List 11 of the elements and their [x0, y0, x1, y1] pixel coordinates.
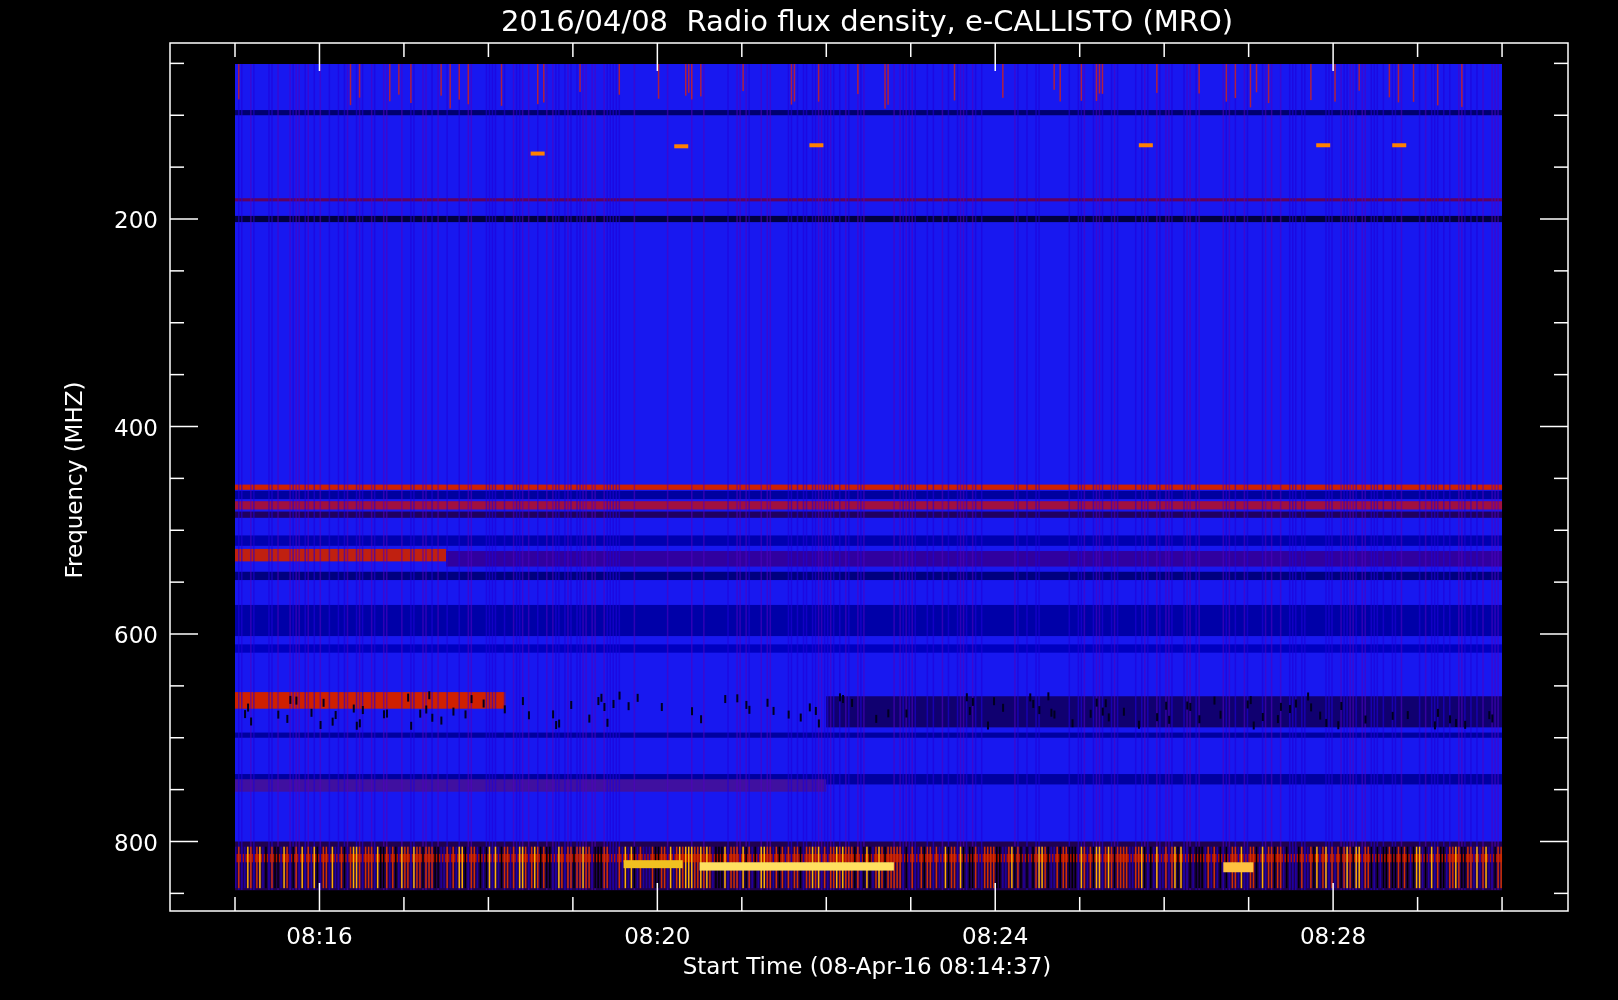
x-tick-label: 08:20: [624, 923, 691, 949]
y-tick-label: 200: [114, 207, 158, 233]
x-tick-label: 08:16: [286, 923, 353, 949]
x-axis-label: Start Time (08-Apr-16 08:14:37): [682, 953, 1052, 979]
y-axis-label: Frequency (MHZ): [61, 381, 87, 579]
y-tick-label: 600: [114, 622, 158, 648]
x-tick-label: 08:24: [962, 923, 1029, 949]
chart-title: 2016/04/08 Radio flux density, e-CALLISTO (MRO): [500, 4, 1234, 38]
y-tick-label: 800: [114, 829, 158, 856]
y-tick-label: 400: [114, 414, 158, 441]
x-tick-label: 08:28: [1299, 923, 1367, 949]
